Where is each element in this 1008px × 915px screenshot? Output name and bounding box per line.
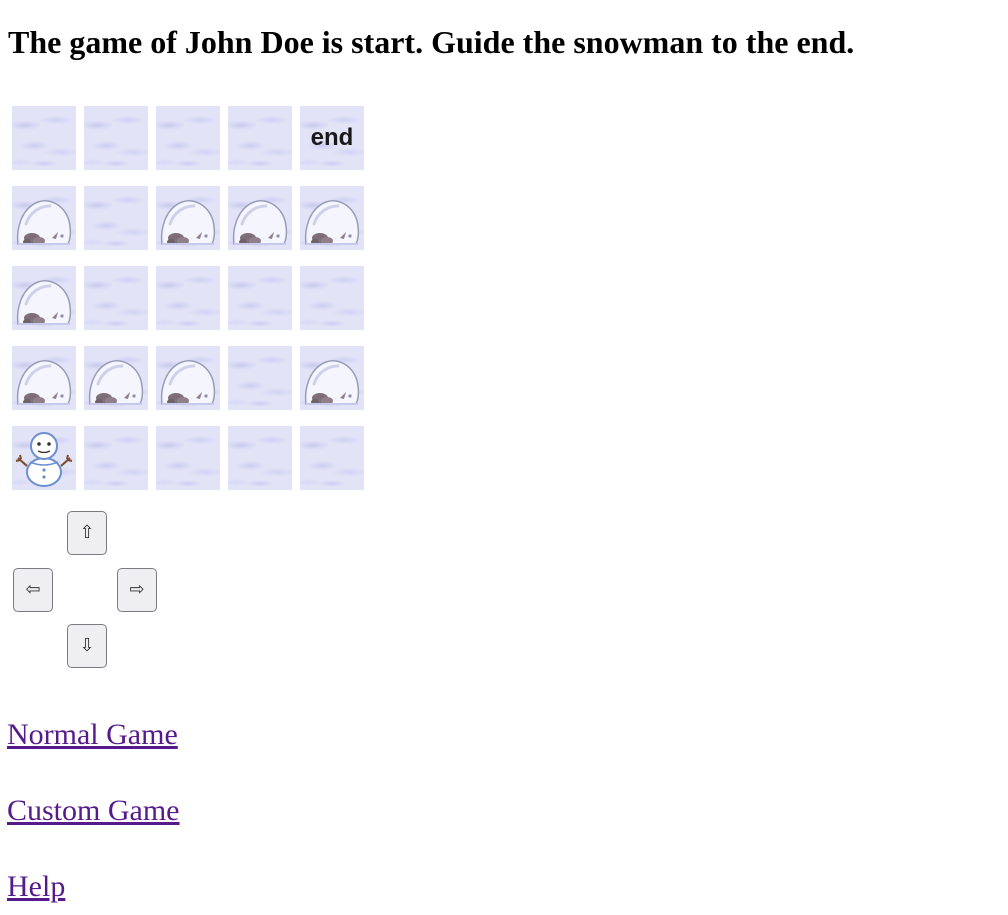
board-cell-r3-c4 <box>228 266 292 330</box>
move-right-button[interactable]: ⇨ <box>117 568 157 612</box>
move-left-button[interactable]: ⇦ <box>13 568 53 612</box>
board-cell-r4-c4 <box>228 346 292 410</box>
move-up-button[interactable]: ⇧ <box>67 511 107 555</box>
board-cell-r5-c1 <box>12 426 76 490</box>
board-cell-r2-c2 <box>84 186 148 250</box>
board-cell-r1-c2 <box>84 106 148 170</box>
board-cell-r3-c5 <box>300 266 364 330</box>
move-down-button[interactable]: ⇩ <box>67 624 107 668</box>
end-label: end <box>310 124 354 151</box>
help-link[interactable]: Help <box>7 869 65 905</box>
board-cell-r1-c3 <box>156 106 220 170</box>
board-cell-r5-c3 <box>156 426 220 490</box>
board-cell-r3-c1 <box>12 266 76 330</box>
board-cell-r2-c5 <box>300 186 364 250</box>
board-cell-r2-c1 <box>12 186 76 250</box>
page-title: The game of John Doe is start. Guide the… <box>8 24 855 60</box>
board-cell-r2-c3 <box>156 186 220 250</box>
board-cell-r3-c3 <box>156 266 220 330</box>
board-cell-r5-c4 <box>228 426 292 490</box>
board-cell-r4-c2 <box>84 346 148 410</box>
board-cell-r5-c5 <box>300 426 364 490</box>
board-cell-r5-c2 <box>84 426 148 490</box>
board-cell-r4-c3 <box>156 346 220 410</box>
board-cell-r3-c2 <box>84 266 148 330</box>
game-board: end <box>12 106 364 490</box>
board-cell-r2-c4 <box>228 186 292 250</box>
board-cell-r4-c1 <box>12 346 76 410</box>
board-cell-r4-c5 <box>300 346 364 410</box>
board-cell-r1-c1 <box>12 106 76 170</box>
board-cell-r1-c4 <box>228 106 292 170</box>
board-cell-r1-c5: end <box>300 106 364 170</box>
direction-controls: ⇧ ⇦ ⇨ ⇩ <box>13 511 163 671</box>
custom-game-link[interactable]: Custom Game <box>7 793 180 829</box>
normal-game-link[interactable]: Normal Game <box>7 717 178 753</box>
